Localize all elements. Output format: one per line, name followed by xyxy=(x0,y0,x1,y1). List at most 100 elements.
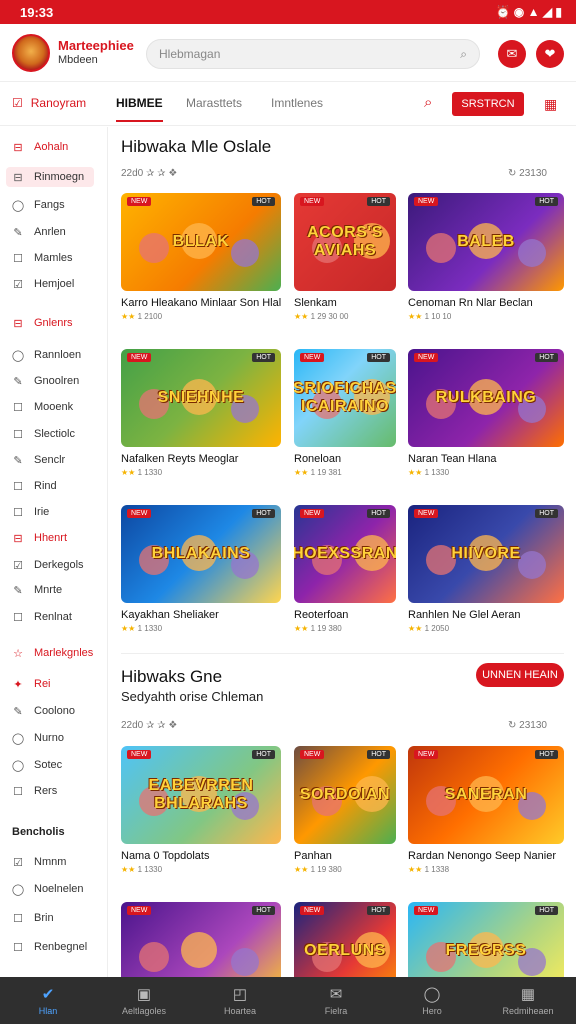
view-more-button[interactable]: UNNEN HEAIN xyxy=(476,663,564,687)
rating-value: 1 10 10 xyxy=(424,312,452,321)
game-thumbnail[interactable]: NEW HOT SORDOIAN xyxy=(294,746,396,844)
bottom-nav-item[interactable]: ◰ Hoartea xyxy=(192,977,288,1024)
tab-home[interactable]: HIBMEE xyxy=(116,96,163,122)
game-thumbnail[interactable]: NEW HOT BLLAK xyxy=(121,193,281,291)
game-thumbnail[interactable]: NEW HOT ACORS'S AVIAHS xyxy=(294,193,396,291)
bottom-nav-item[interactable]: ▦ Redmiheaen xyxy=(480,977,576,1024)
sidebar-item[interactable]: ◯ Sotec xyxy=(12,755,62,775)
game-thumbnail[interactable]: NEW HOT BHLAKAINS xyxy=(121,505,281,603)
game-thumbnail[interactable]: NEW HOT SRIOFICHAS ICAIRAINO xyxy=(294,349,396,447)
tab-markets[interactable]: Marasttets xyxy=(186,96,242,110)
game-rating: ★★ 1 2050 xyxy=(408,624,564,633)
sidebar-item[interactable]: ◯ Fangs xyxy=(12,195,65,215)
game-card[interactable]: NEW HOT RULKBAING Naran Tean Hlana ★★ 1 1330 xyxy=(408,349,564,477)
search-button[interactable]: SRSTRCN xyxy=(452,92,524,116)
sidebar-item-label: Renlnat xyxy=(34,611,72,623)
rating-value: 1 19 380 xyxy=(310,865,342,874)
game-thumbnail[interactable]: NEW HOT HIIVORE xyxy=(408,505,564,603)
bottom-nav-item[interactable]: ◯ Hero xyxy=(384,977,480,1024)
game-title[interactable]: Panhan xyxy=(294,850,396,862)
sidebar-item[interactable]: ⊟ Rinmoegn xyxy=(6,167,94,187)
sidebar-item[interactable]: ✎ Mnrte xyxy=(12,580,62,600)
sidebar-item[interactable]: ✎ Anrlen xyxy=(12,222,66,242)
sidebar-item[interactable]: ☑ Nmnm xyxy=(12,852,66,872)
game-title[interactable]: Naran Tean Hlana xyxy=(408,453,564,465)
sidebar-item[interactable]: ☑ Hemjoel xyxy=(12,274,74,294)
sidebar-item[interactable]: ☐ Rers xyxy=(12,781,57,801)
game-art-title: SRIOFICHAS ICAIRAINO xyxy=(294,380,396,415)
sidebar-item-icon: ☆ xyxy=(13,647,23,660)
game-thumbnail[interactable]: NEW HOT SNIEHNHE xyxy=(121,349,281,447)
sidebar-item[interactable]: ✎ Gnoolren xyxy=(12,371,79,391)
new-badge: NEW xyxy=(300,197,325,206)
bottom-nav-icon: ◰ xyxy=(232,986,248,1003)
game-card[interactable]: NEW HOT HOEXSSRAN Reoterfoan ★★ 1 19 380 xyxy=(294,505,396,633)
tab-search-icon[interactable]: ⌕ xyxy=(424,94,432,111)
game-title[interactable]: Ranhlen Ne Glel Aeran xyxy=(408,609,564,621)
bottom-nav-item[interactable]: ✔ Hlan xyxy=(0,977,96,1024)
game-card[interactable]: NEW HOT BLLAK Karro Hleakano Minlaar Son Hl… xyxy=(121,193,281,321)
sidebar-item[interactable]: ⊟ Aohaln xyxy=(12,137,68,157)
game-thumbnail[interactable]: NEW HOT EABEVRREN BHLARAHS xyxy=(121,746,281,844)
sidebar-item[interactable]: ◯ Noelnelen xyxy=(12,879,84,899)
new-badge: NEW xyxy=(127,906,152,915)
bottom-nav-item[interactable]: ✉ Fielra xyxy=(288,977,384,1024)
sidebar-item[interactable]: ☐ Renbegnel xyxy=(12,937,87,957)
sidebar-item[interactable]: ☐ Mamles xyxy=(12,248,72,268)
game-title[interactable]: Nafalken Reyts Meoglar xyxy=(121,453,281,465)
sidebar-item[interactable]: ✦ Rei xyxy=(12,674,50,694)
tab-items[interactable]: Imntlenes xyxy=(271,96,323,110)
game-title[interactable]: Rardan Nenongo Seep Nanier xyxy=(408,850,564,862)
sidebar-item[interactable]: ⊟ Hhenrt xyxy=(12,528,67,548)
sidebar-item-label: Gnlenrs xyxy=(34,317,73,329)
game-card[interactable]: NEW HOT HIIVORE Ranhlen Ne Glel Aeran ★★ 1 2… xyxy=(408,505,564,633)
hot-badge: HOT xyxy=(535,197,558,206)
sidebar-item[interactable]: ☐ Renlnat xyxy=(12,607,72,627)
sidebar-item[interactable]: ☐ Brin xyxy=(12,908,54,928)
sidebar-item[interactable]: ✎ Senclr xyxy=(12,450,65,470)
bottom-nav-item[interactable]: ▣ Aeltlagoles xyxy=(96,977,192,1024)
character-illustration xyxy=(181,932,217,968)
game-thumbnail[interactable]: NEW HOT HOEXSSRAN xyxy=(294,505,396,603)
search-icon[interactable]: ⌕ xyxy=(460,47,467,62)
game-title[interactable]: Slenkam xyxy=(294,297,396,309)
game-thumbnail[interactable]: NEW HOT BALEB xyxy=(408,193,564,291)
sidebar-item: Bencholis xyxy=(12,822,65,842)
sidebar-item[interactable]: ☑ Derkegols xyxy=(12,555,83,575)
app-logo[interactable] xyxy=(12,33,50,72)
sidebar-item[interactable]: ⊟ Gnlenrs xyxy=(12,313,73,333)
game-title[interactable]: Kayakhan Sheliaker xyxy=(121,609,281,621)
game-title[interactable]: Roneloan xyxy=(294,453,396,465)
sidebar-item[interactable]: ☐ Rind xyxy=(12,476,57,496)
game-card[interactable]: NEW HOT BALEB Cenoman Rn Nlar Beclan ★★ 1 10… xyxy=(408,193,564,321)
search-placeholder: Hlebmagan xyxy=(159,47,221,61)
game-card[interactable]: NEW HOT EABEVRREN BHLARAHS Nama 0 Topdolats… xyxy=(121,746,281,874)
menu-toggle[interactable]: ☑ Ranoyram xyxy=(12,96,86,110)
sidebar-item[interactable]: ☐ Mooenk xyxy=(12,397,73,417)
sidebar-item[interactable]: ◯ Rannloen xyxy=(12,345,81,365)
bottom-nav-icon: ✉ xyxy=(329,986,343,1003)
grid-icon[interactable]: ▦ xyxy=(544,96,557,113)
game-thumbnail[interactable]: NEW HOT RULKBAING xyxy=(408,349,564,447)
game-card[interactable]: NEW HOT SNIEHNHE Nafalken Reyts Meoglar ★★ 1… xyxy=(121,349,281,477)
game-title[interactable]: Karro Hleakano Minlaar Son Hlala xyxy=(121,297,281,309)
game-title[interactable]: Cenoman Rn Nlar Beclan xyxy=(408,297,564,309)
game-card[interactable]: NEW HOT SORDOIAN Panhan ★★ 1 19 380 xyxy=(294,746,396,874)
sidebar-item[interactable]: ✎ Coolono xyxy=(12,701,75,721)
sidebar-item-label: Anrlen xyxy=(34,226,66,238)
game-title[interactable]: Nama 0 Topdolats xyxy=(121,850,281,862)
game-title[interactable]: Reoterfoan xyxy=(294,609,396,621)
sidebar-item[interactable]: ☐ Irie xyxy=(12,502,49,522)
game-thumbnail[interactable]: NEW HOT SANERAN xyxy=(408,746,564,844)
search-input[interactable]: Hlebmagan ⌕ xyxy=(146,39,480,69)
new-badge: NEW xyxy=(414,509,439,518)
sidebar-item[interactable]: ☆ Marlekgnles xyxy=(12,643,93,663)
sidebar-item[interactable]: ◯ Nurno xyxy=(12,728,64,748)
chat-icon[interactable]: ❤ xyxy=(536,40,564,68)
game-card[interactable]: NEW HOT BHLAKAINS Kayakhan Sheliaker ★★ 1 13… xyxy=(121,505,281,633)
game-card[interactable]: NEW HOT SRIOFICHAS ICAIRAINO Roneloan ★★ 1 1… xyxy=(294,349,396,477)
game-card[interactable]: NEW HOT ACORS'S AVIAHS Slenkam ★★ 1 29 30 00 xyxy=(294,193,396,321)
game-card[interactable]: NEW HOT SANERAN Rardan Nenongo Seep Nanier ★… xyxy=(408,746,564,874)
sidebar-item[interactable]: ☐ Slectiolc xyxy=(12,424,75,444)
notifications-icon[interactable]: ✉ xyxy=(498,40,526,68)
